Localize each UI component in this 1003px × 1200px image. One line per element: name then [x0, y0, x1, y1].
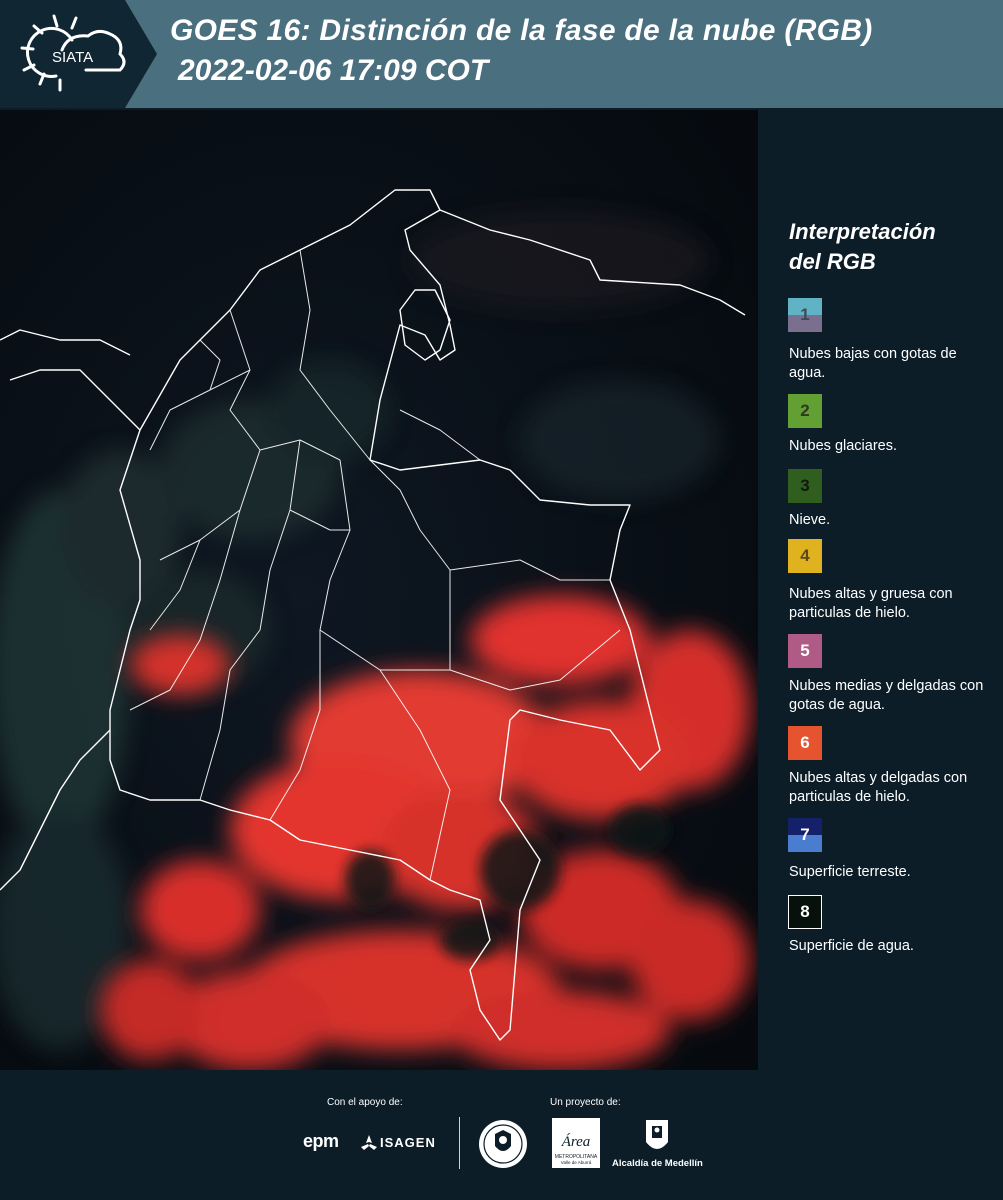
legend-number: 6 — [800, 733, 810, 752]
legend-swatch-4: 4 — [788, 539, 822, 573]
legend-swatch-7: 7 — [788, 818, 822, 852]
footer: Con el apoyo de: Un proyecto de: epm ISA… — [0, 1070, 1003, 1200]
isagen-icon — [361, 1135, 377, 1150]
legend-number: 7 — [800, 825, 810, 844]
epm-logo: epm — [303, 1131, 339, 1151]
legend-swatch-2: 2 — [788, 394, 822, 428]
medellin-crest-icon — [646, 1120, 668, 1149]
legend-swatch-3: 3 — [788, 469, 822, 503]
legend-number: 8 — [800, 902, 810, 921]
legend-swatch-5: 5 — [788, 634, 822, 668]
legend-title: Interpretación del RGB — [789, 217, 989, 277]
area-metropolitana-logo: Área METROPOLITANA Valle de Aburrá — [552, 1118, 600, 1168]
footer-divider — [459, 1117, 460, 1169]
legend-swatch-8: 8 — [788, 895, 822, 929]
legend-label-2: Nubes glaciares. — [789, 438, 897, 454]
legend-swatch-6: 6 — [788, 726, 822, 760]
medellin-label: Alcaldía de Medellín — [612, 1158, 703, 1169]
legend-label-3: Nieve. — [789, 512, 831, 528]
siata-logo: SIATA — [20, 14, 126, 92]
metro-name: Área — [561, 1133, 591, 1150]
page-timestamp: 2022-02-06 17:09 COT — [178, 54, 489, 87]
support-label: Con el apoyo de: — [327, 1097, 403, 1108]
metro-sub2: Valle de Aburrá — [561, 1160, 592, 1165]
logo-text: SIATA — [52, 49, 93, 66]
header-bar: SIATA GOES 16: Distinción de la fase de … — [0, 0, 1003, 108]
isagen-logo: ISAGEN — [380, 1135, 436, 1150]
legend-number: 4 — [800, 546, 810, 565]
legend-label-4: Nubes altas y gruesa con particulas de h… — [789, 586, 953, 621]
legend-label-8: Superficie de agua. — [789, 938, 914, 954]
legend-title-line1: Interpretación — [789, 219, 936, 244]
legend-label-1: Nubes bajas con gotas de agua. — [789, 346, 957, 381]
legend-label-7: Superficie terreste. — [789, 864, 911, 880]
legend-label-5: Nubes medias y delgadas con gotas de agu… — [789, 678, 984, 713]
project-label: Un proyecto de: — [550, 1097, 621, 1108]
legend-number: 3 — [800, 476, 810, 495]
legend-number: 2 — [800, 401, 810, 420]
legend-number: 5 — [800, 641, 810, 660]
university-seal-icon — [479, 1120, 527, 1168]
satellite-map — [0, 110, 758, 1070]
page-title: GOES 16: Distinción de la fase de la nub… — [170, 14, 873, 47]
legend-number: 1 — [800, 305, 810, 324]
legend-title-line2: del RGB — [789, 249, 876, 274]
legend-label-6: Nubes altas y delgadas con particulas de… — [789, 770, 968, 805]
legend-swatch-1: 1 — [788, 298, 822, 332]
